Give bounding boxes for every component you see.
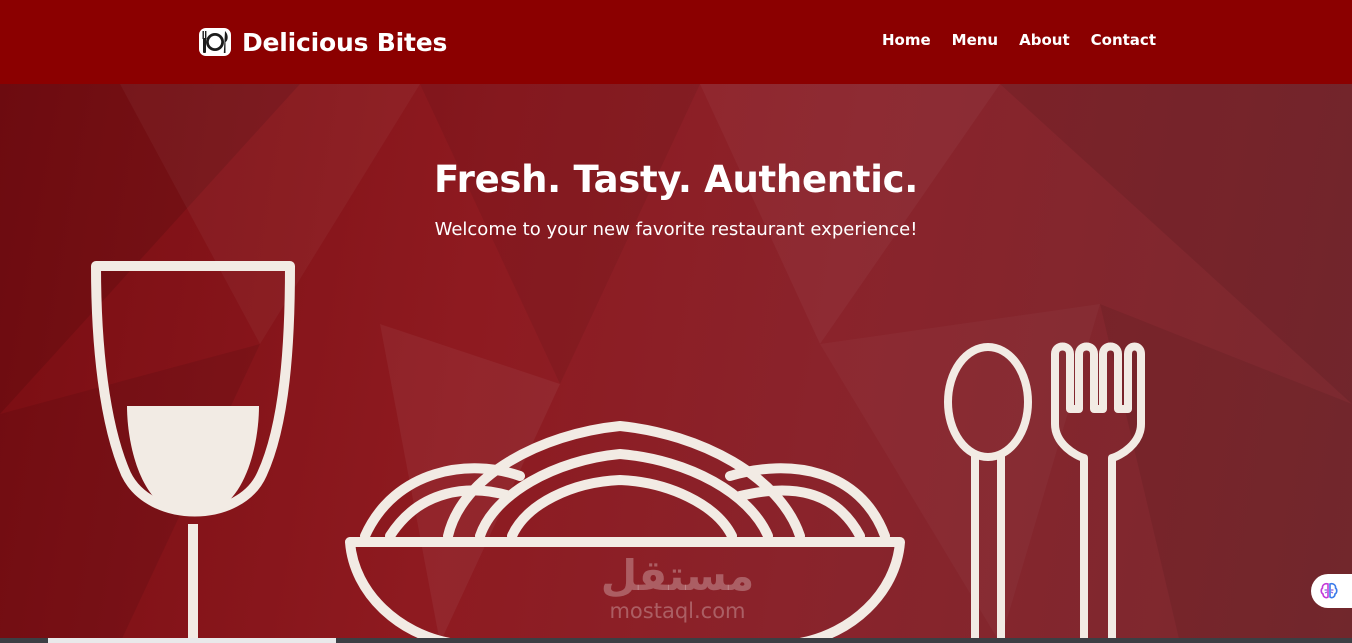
brain-icon <box>1320 582 1338 599</box>
taskbar-segment <box>48 638 336 643</box>
bottom-taskbar-strip <box>0 638 1352 643</box>
watermark-arabic: مستقل <box>600 551 755 600</box>
navbar: Delicious Bites Home Menu About Contact <box>0 0 1352 84</box>
nav-link-home[interactable]: Home <box>882 31 931 49</box>
spoon-icon <box>944 343 1032 643</box>
nav-links: Home Menu About Contact <box>882 31 1156 49</box>
nav-link-contact[interactable]: Contact <box>1091 31 1156 49</box>
fork-icon <box>1051 342 1145 643</box>
watermark-latin: mostaql.com <box>609 599 746 623</box>
wine-glass-icon <box>91 261 295 643</box>
assistant-button[interactable] <box>1311 574 1352 608</box>
nav-link-menu[interactable]: Menu <box>952 31 998 49</box>
watermark: مستقل mostaql.com <box>590 554 765 634</box>
hero-section: Fresh. Tasty. Authentic. Welcome to your… <box>0 84 1352 643</box>
brand-link[interactable]: Delicious Bites <box>198 24 447 60</box>
nav-link-about[interactable]: About <box>1019 31 1070 49</box>
plate-cutlery-icon <box>199 28 231 56</box>
brand-name: Delicious Bites <box>242 27 448 57</box>
